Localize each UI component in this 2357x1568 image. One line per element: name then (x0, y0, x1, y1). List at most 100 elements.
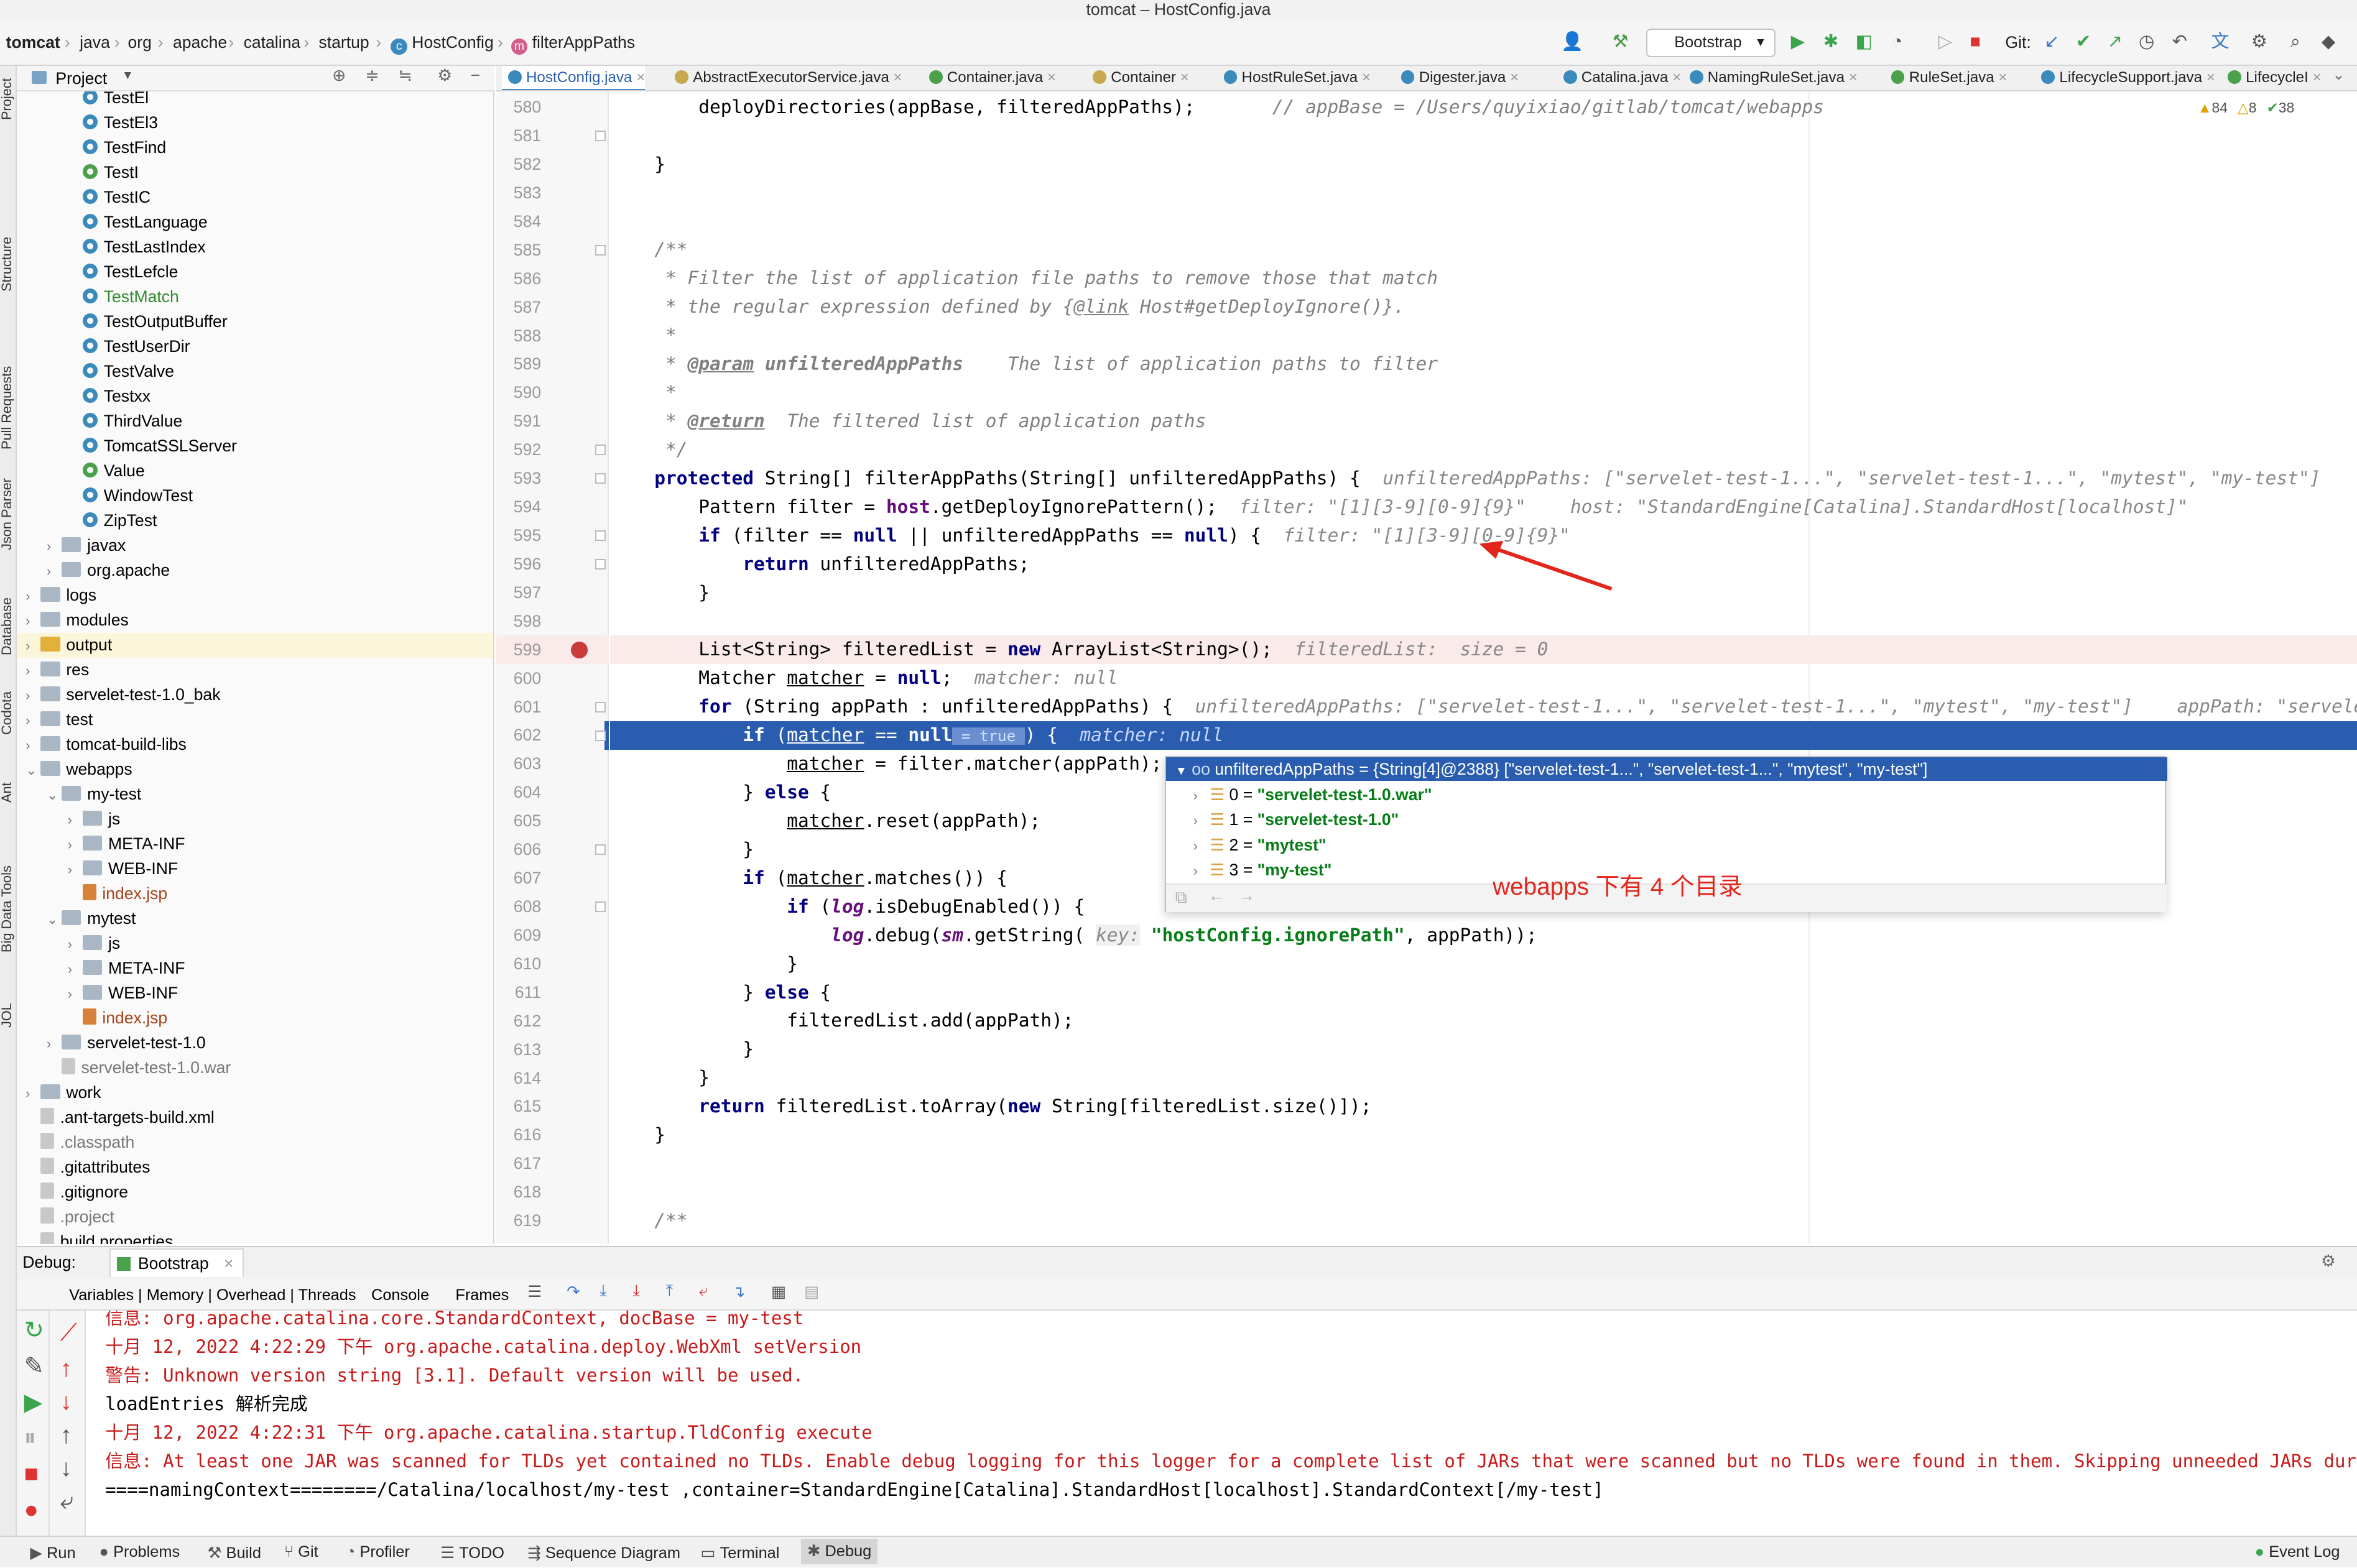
fold-marker-icon[interactable] (595, 902, 606, 913)
tree-item[interactable]: › js (17, 931, 494, 957)
fold-marker-icon[interactable] (595, 131, 606, 142)
fold-marker-icon[interactable] (595, 559, 606, 570)
code-line[interactable]: } (610, 950, 2357, 979)
run-to-cursor-icon[interactable]: ↴ (732, 1282, 745, 1301)
history-icon[interactable]: ◷ (2134, 30, 2159, 54)
editor-tab[interactable]: LifecycleI × (2221, 66, 2322, 90)
code-line[interactable]: } (610, 1064, 2357, 1092)
tree-item[interactable]: TestLastIndex (17, 235, 494, 260)
git-push-icon[interactable]: ↗ (2103, 30, 2128, 54)
gear-icon[interactable]: ⚙ (437, 66, 452, 85)
tool-window-json-parser[interactable]: Json Parser (0, 478, 15, 550)
tool-window-database[interactable]: Database (0, 597, 15, 655)
rollback-icon[interactable]: ↶ (2167, 30, 2192, 54)
tree-item[interactable]: .gitattributes (17, 1155, 494, 1180)
tool-window-codota[interactable]: Codota (0, 691, 15, 735)
clear-icon[interactable]: ⟋ (60, 1319, 77, 1347)
code-line[interactable]: /** (610, 236, 2357, 264)
chevron-down-icon[interactable]: ⌄ (47, 907, 62, 932)
popup-header[interactable]: ▼ oo unfilteredAppPaths = {String[4]@238… (1166, 757, 2168, 782)
event-log-button[interactable]: ● Event Log (2255, 1543, 2340, 1561)
tree-item[interactable]: › logs (17, 583, 494, 609)
trace-icon[interactable]: ▤ (804, 1282, 819, 1301)
tree-item[interactable]: › js (17, 807, 494, 832)
code-line[interactable]: */ (610, 436, 2357, 464)
editor-tab[interactable]: Digester.java × (1395, 66, 1519, 90)
tree-item[interactable]: ⌄ webapps (17, 757, 494, 782)
chevron-right-icon[interactable]: › (68, 932, 83, 957)
bottom-tab[interactable]: ▶ Run (30, 1543, 75, 1562)
ide-logo-icon[interactable]: ◆ (2317, 30, 2341, 54)
tree-item[interactable]: TomcatSSLServer (17, 434, 494, 459)
close-icon[interactable]: × (2308, 69, 2322, 86)
tree-item[interactable]: Testxx (17, 384, 494, 409)
pause-icon[interactable]: ⏸ (24, 1424, 36, 1452)
chevron-down-icon[interactable]: ▼ (122, 69, 134, 83)
tree-item[interactable]: › servelet-test-1.0_bak (17, 683, 494, 708)
profile-icon[interactable]: ◔ (1885, 30, 1909, 54)
debug-session-tab[interactable]: Bootstrap × (109, 1248, 244, 1278)
breadcrumb-item[interactable]: org (127, 33, 151, 52)
view-breakpoints-icon[interactable]: ● (24, 1497, 39, 1524)
code-line[interactable]: } else { (610, 979, 2357, 1007)
tab-variables[interactable]: Variables | Memory | Overhead | Threads (69, 1286, 356, 1304)
chevron-right-icon[interactable]: › (25, 584, 40, 609)
bottom-tab[interactable]: ☰ TODO (440, 1543, 504, 1562)
code-line[interactable]: filteredList.add(appPath); (610, 1007, 2357, 1035)
chevron-right-icon[interactable]: › (68, 982, 83, 1007)
bottom-tab[interactable]: ◔ Profiler (346, 1543, 410, 1561)
code-line[interactable]: deployDirectories(appBase, filteredAppPa… (610, 93, 2357, 122)
back-arrow-icon[interactable]: ← (1208, 886, 1225, 905)
fold-marker-icon[interactable] (595, 844, 606, 855)
close-icon[interactable]: × (889, 69, 902, 86)
chevron-right-icon[interactable]: › (1193, 863, 1198, 879)
stop-icon[interactable]: ■ (1963, 30, 1988, 54)
code-editor[interactable]: deployDirectories(appBase, filteredAppPa… (610, 91, 2357, 1245)
chevron-down-icon[interactable]: ⌄ (2332, 66, 2345, 84)
code-line[interactable]: log.debug(sm.getString( key: "hostConfig… (610, 921, 2357, 950)
menu-icon[interactable]: ☰ (527, 1282, 542, 1301)
tool-window-structure[interactable]: Structure (0, 237, 15, 292)
run-configuration-select[interactable]: Bootstrap ▼ (1646, 28, 1776, 57)
debug-bug-icon[interactable]: ✱ (1819, 30, 1843, 54)
tree-item[interactable]: TestMatch (17, 285, 494, 310)
chevron-right-icon[interactable]: › (1193, 813, 1198, 828)
tree-item[interactable]: servelet-test-1.0.war (17, 1056, 494, 1081)
close-icon[interactable]: × (1043, 69, 1056, 86)
expand-all-icon[interactable]: ≑ (365, 66, 379, 85)
editor-tab[interactable]: RuleSet.java × (1885, 66, 2007, 90)
code-line[interactable]: } (610, 150, 2357, 179)
popup-array-item[interactable]: › ☰ 2 = "mytest" (1166, 833, 2167, 858)
fold-marker-icon[interactable] (595, 701, 606, 713)
chevron-right-icon[interactable]: › (25, 1081, 40, 1106)
close-icon[interactable]: × (1845, 69, 1858, 86)
code-line[interactable]: } (610, 1035, 2357, 1064)
tree-item[interactable]: › tomcat-build-libs (17, 732, 494, 757)
close-icon[interactable]: × (2202, 69, 2215, 86)
minimize-icon[interactable]: − (471, 66, 481, 85)
tree-item[interactable]: › servelet-test-1.0 (17, 1031, 494, 1056)
chevron-right-icon[interactable]: › (25, 634, 40, 658)
code-line[interactable]: * Filter the list of application file pa… (610, 264, 2357, 293)
code-line[interactable] (610, 1178, 2357, 1207)
breadcrumb-method[interactable]: m filterAppPaths (511, 33, 635, 55)
tree-item[interactable]: › res (17, 658, 494, 683)
rerun-icon[interactable]: ▷ (1933, 30, 1957, 54)
breadcrumb-item[interactable]: startup (318, 33, 369, 52)
build-hammer-icon[interactable]: ⚒ (1608, 30, 1632, 54)
code-line[interactable]: * (610, 379, 2357, 407)
breakpoint-icon[interactable] (571, 642, 588, 658)
fold-marker-icon[interactable] (595, 730, 606, 741)
tree-item[interactable]: › META-INF (17, 956, 494, 981)
close-icon[interactable]: × (1668, 69, 1681, 86)
resume-icon[interactable]: ▶ (24, 1388, 43, 1416)
step-out-icon[interactable]: ⤒ (666, 1282, 673, 1301)
code-line[interactable]: /** (610, 1207, 2357, 1235)
user-icon[interactable]: 👤 (1560, 30, 1585, 54)
fold-marker-icon[interactable] (595, 244, 606, 256)
tree-item[interactable]: TestEl3 (17, 111, 494, 136)
fold-marker-icon[interactable] (595, 530, 606, 542)
tree-item[interactable]: › WEB-INF (17, 981, 494, 1007)
bottom-tab[interactable]: ⑂ Git (284, 1543, 318, 1561)
editor-tab[interactable]: Catalina.java × (1557, 66, 1681, 90)
